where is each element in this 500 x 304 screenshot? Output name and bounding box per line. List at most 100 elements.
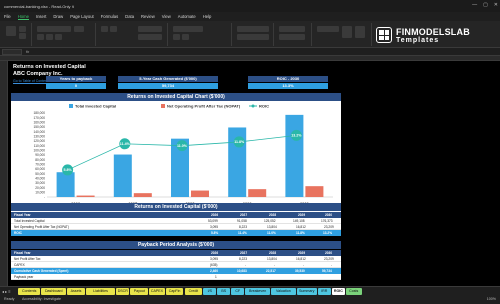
bar-total-invested-capital[interactable]	[285, 114, 304, 197]
currency-icon[interactable]	[173, 34, 180, 40]
percent-icon[interactable]	[182, 34, 189, 40]
title-bar: commercial-banking.xlsx - Read-Only ∨ — …	[0, 0, 500, 12]
tab-dscr[interactable]: DSCR	[116, 288, 130, 295]
tab-liabilities[interactable]: Liabilities	[85, 288, 116, 295]
maximize-button[interactable]: ▢	[483, 2, 488, 8]
menu-automate[interactable]: Automate	[178, 14, 196, 19]
bar-nopat[interactable]	[305, 186, 324, 197]
roic-data-label: 13.2%	[291, 134, 302, 138]
y-tick-label: 60,000	[35, 167, 45, 171]
row-headers[interactable]	[0, 61, 8, 286]
zoom-level[interactable]: 100%	[487, 297, 496, 301]
menu-draw[interactable]: Draw	[53, 14, 63, 19]
tab-payout[interactable]: Payout	[130, 288, 149, 295]
brand-banner: FINMODELSLAB Templates	[376, 24, 500, 46]
roic-chart[interactable]: Total Invested Capital Net Operating Prof…	[11, 101, 341, 216]
y-tick-label: 80,000	[35, 158, 45, 162]
y-tick-label: 90,000	[35, 153, 45, 157]
menu-review[interactable]: Review	[141, 14, 155, 19]
menu-insert[interactable]: Insert	[36, 14, 46, 19]
y-tick-label: 120,000	[33, 139, 45, 143]
y-tick-label: 30,000	[35, 181, 45, 185]
menu-page-layout[interactable]: Page Layout	[70, 14, 94, 19]
tab-summary[interactable]: Summary	[296, 288, 317, 295]
tab-credit[interactable]: Credit	[184, 288, 203, 295]
menu-formulas[interactable]: Formulas	[101, 14, 118, 19]
tab-dashboard[interactable]: Dashboard	[41, 288, 67, 295]
status-bar: Ready Accessibility: Investigate 100%	[0, 295, 500, 304]
tab-capfin[interactable]: CapFin	[165, 288, 184, 295]
insert-cells-button[interactable]	[279, 26, 305, 32]
roic-total-row[interactable]: ROIC 5.8% 11.4% 11.0% 11.8% 13.2%	[11, 230, 341, 236]
cell-styles-button[interactable]	[237, 34, 269, 40]
minimize-button[interactable]: —	[472, 2, 477, 8]
tab-contents[interactable]: Contents	[18, 288, 41, 295]
merge-center-button[interactable]	[138, 34, 162, 40]
menu-home[interactable]: Home	[17, 14, 29, 20]
tab-scroll-arrows-icon[interactable]: ◂ ▸ ≡	[2, 289, 11, 294]
y-tick-label: 180,000	[33, 111, 45, 115]
menu-data[interactable]: Data	[125, 14, 134, 19]
tab-breakeven[interactable]: Breakeven	[245, 288, 270, 295]
find-select-icon[interactable]	[355, 26, 365, 38]
bold-icon[interactable]	[37, 34, 44, 40]
menu-help[interactable]: Help	[203, 14, 212, 19]
sort-filter-icon[interactable]	[342, 26, 352, 38]
accessibility-status[interactable]: Accessibility: Investigate	[22, 297, 61, 301]
y-tick-label: 40,000	[35, 177, 45, 181]
tab-costs[interactable]: Costs	[346, 288, 362, 295]
tab-irr[interactable]: IRR	[317, 288, 331, 295]
kpi-value-roic[interactable]: 13.3%	[248, 83, 328, 89]
tab-i-s[interactable]: I/S	[203, 288, 217, 295]
bar-nopat[interactable]	[248, 189, 267, 197]
kpi-value-payback[interactable]: 0	[46, 83, 106, 89]
cells-group	[276, 23, 312, 46]
italic-icon[interactable]	[46, 34, 53, 40]
bar-nopat[interactable]	[133, 193, 152, 197]
paste-icon[interactable]	[6, 26, 16, 36]
bar-nopat[interactable]	[76, 195, 95, 197]
autosum-button[interactable]	[317, 26, 339, 32]
legend-marker	[251, 104, 255, 108]
number-group	[170, 23, 232, 46]
menu-view[interactable]: View	[162, 14, 171, 19]
tab-roic[interactable]: ROIC	[331, 288, 345, 295]
bar-nopat[interactable]	[191, 190, 209, 197]
kpi-label-cash: 5-Year Cash Generated ($'000)	[118, 76, 218, 82]
tab-cf[interactable]: CF	[231, 288, 245, 295]
tab-valuation[interactable]: Valuation	[271, 288, 296, 295]
copy-icon[interactable]	[19, 33, 26, 39]
conditional-formatting-button[interactable]	[237, 26, 269, 32]
kpi-label-payback: Years to payback	[46, 76, 106, 82]
bar-total-invested-capital[interactable]	[56, 172, 75, 197]
y-tick-label: 70,000	[35, 163, 45, 167]
legend-label: Total Invested Capital	[75, 104, 116, 109]
font-name-select[interactable]	[37, 26, 71, 32]
sheet-title: Returns on Invested Capital	[13, 64, 86, 70]
cut-icon[interactable]	[19, 26, 26, 32]
table-of-contents-link[interactable]: Go to Table of Contents	[13, 79, 50, 83]
font-size-select[interactable]	[74, 26, 84, 32]
tab-assets[interactable]: Assets	[67, 288, 85, 295]
payback-year-row[interactable]: Payback year 1	[11, 274, 341, 280]
close-button[interactable]: ✕	[494, 2, 498, 8]
bar-total-invested-capital[interactable]	[113, 154, 132, 197]
wrap-text-button[interactable]	[138, 26, 162, 32]
number-format-select[interactable]	[173, 26, 203, 32]
tab-capex[interactable]: CAPEX	[149, 288, 165, 295]
align-middle-icon[interactable]	[110, 26, 117, 32]
align-top-icon[interactable]	[101, 26, 108, 32]
payback-table-band: Payback Period Analysis ($'000)	[11, 241, 341, 249]
worksheet-grid[interactable]: Returns on Invested Capital ABC Company …	[8, 61, 500, 286]
name-box[interactable]	[2, 49, 22, 55]
delete-cells-button[interactable]	[279, 34, 305, 40]
underline-icon[interactable]	[55, 34, 62, 40]
roic-table-band: Returns on Invested Capital ($'000)	[11, 203, 341, 211]
kpi-value-cash[interactable]: 59,734	[118, 83, 218, 89]
y-tick-label: 110,000	[34, 144, 46, 148]
clipboard-group	[2, 23, 32, 46]
tab-bs[interactable]: BS	[217, 288, 231, 295]
legend-label: Net Operating Profit After Tax (NOPAT)	[167, 104, 241, 109]
menu-file[interactable]: File	[4, 14, 11, 19]
fx-icon[interactable]: fx	[26, 49, 29, 54]
